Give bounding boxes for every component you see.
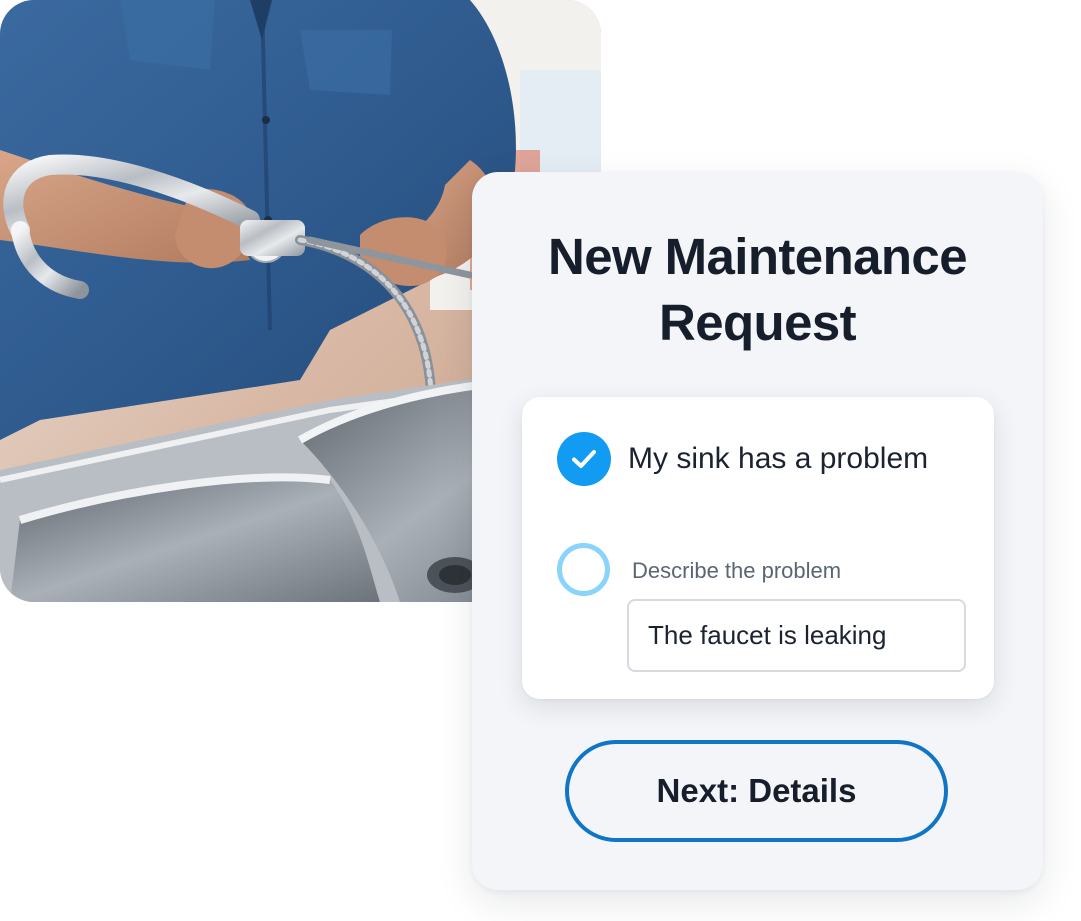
- maintenance-request-card: New Maintenance Request My sink has a pr…: [472, 172, 1043, 890]
- stage: New Maintenance Request My sink has a pr…: [0, 0, 1081, 921]
- card-title: New Maintenance Request: [472, 224, 1043, 356]
- card-title-line-1: New Maintenance: [548, 228, 968, 285]
- describe-problem-input[interactable]: [627, 599, 966, 672]
- describe-problem-radio[interactable]: [557, 543, 610, 596]
- next-details-button[interactable]: Next: Details: [565, 740, 948, 842]
- request-form-panel: My sink has a problem Describe the probl…: [522, 397, 994, 699]
- card-title-line-2: Request: [658, 294, 857, 351]
- sink-problem-checkbox[interactable]: [557, 432, 611, 486]
- sink-problem-label[interactable]: My sink has a problem: [628, 439, 928, 479]
- describe-problem-label: Describe the problem: [632, 558, 842, 583]
- checkmark-icon: [572, 450, 596, 468]
